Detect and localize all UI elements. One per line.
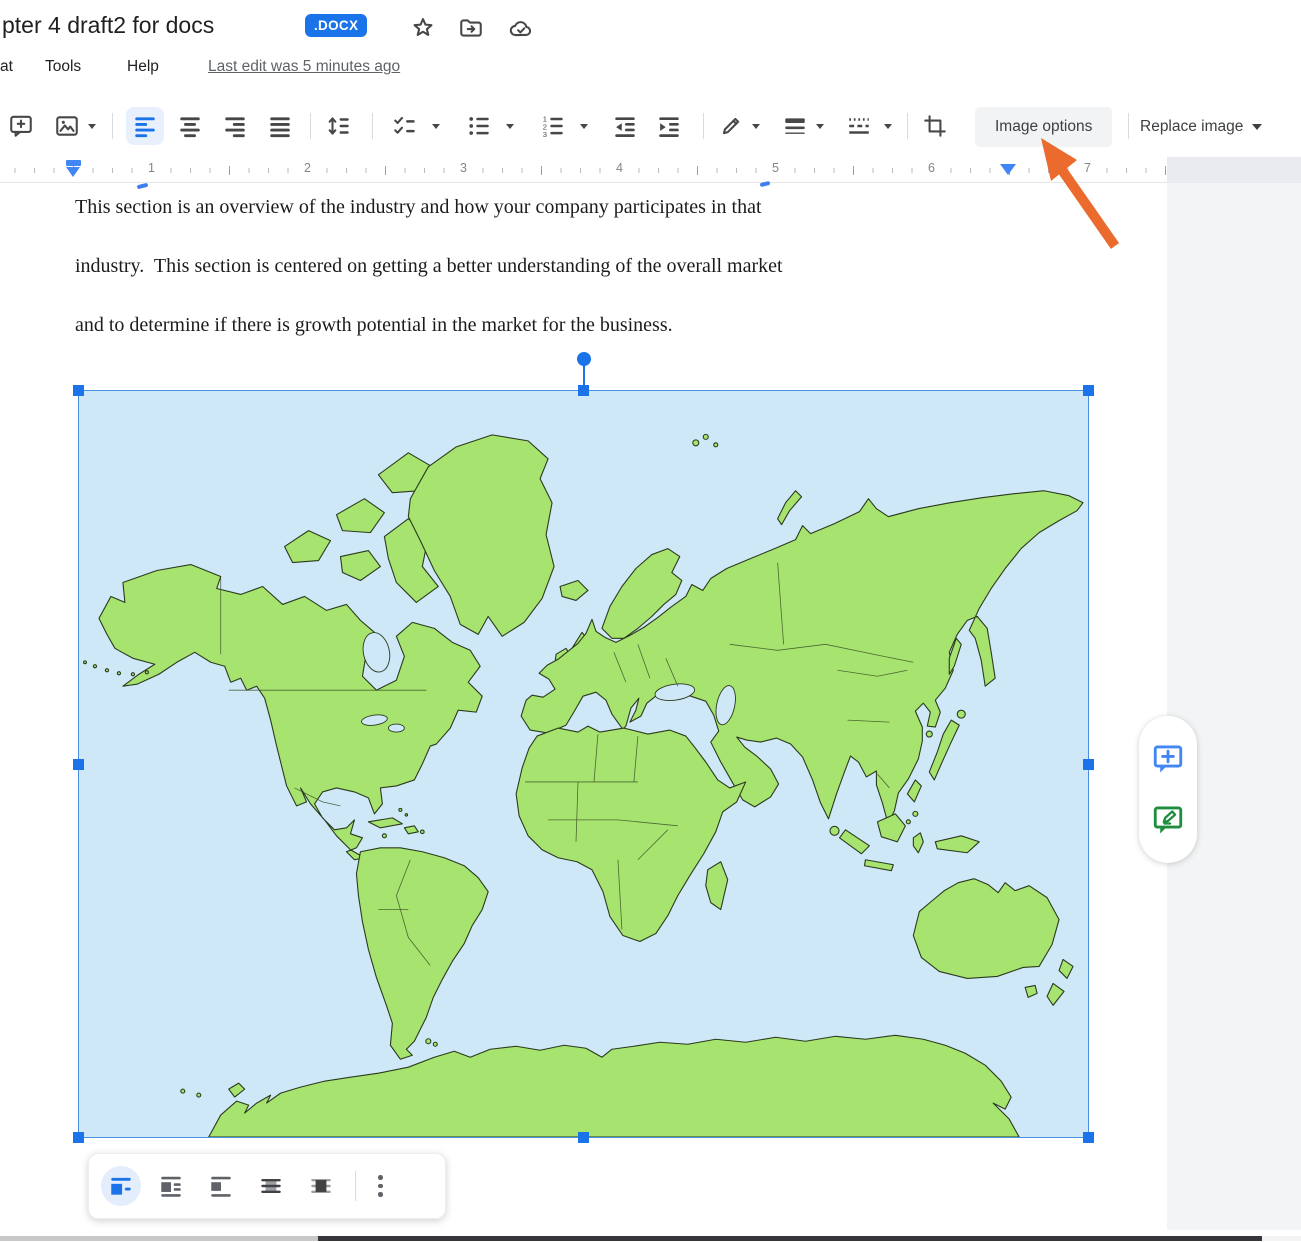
break-text-button[interactable] bbox=[201, 1166, 241, 1206]
ruler-number: 2 bbox=[301, 161, 314, 175]
ruler-number: 4 bbox=[613, 161, 626, 175]
horizontal-scrollbar-track[interactable] bbox=[0, 1236, 1301, 1241]
side-action-pill bbox=[1139, 716, 1197, 863]
ruler-right-margin-area bbox=[1167, 157, 1301, 183]
resize-handle-bottom-left[interactable] bbox=[73, 1132, 84, 1143]
paragraph-line[interactable]: and to determine if there is growth pote… bbox=[75, 314, 673, 340]
ruler-number: 6 bbox=[925, 161, 938, 175]
border-weight-icon[interactable] bbox=[782, 113, 808, 139]
add-comment-icon[interactable] bbox=[8, 113, 34, 139]
behind-text-button[interactable] bbox=[251, 1166, 291, 1206]
numbered-list-icon[interactable]: 1 2 3 bbox=[540, 113, 566, 139]
in-line-button[interactable] bbox=[101, 1166, 141, 1206]
wrap-text-button[interactable] bbox=[151, 1166, 191, 1206]
align-right-icon[interactable] bbox=[222, 113, 248, 139]
ruler-number: 5 bbox=[769, 161, 782, 175]
right-indent-marker[interactable] bbox=[1000, 164, 1016, 175]
border-dash-caret[interactable] bbox=[884, 124, 892, 129]
replace-image-button[interactable]: Replace image bbox=[1140, 107, 1262, 147]
add-comment-icon[interactable] bbox=[1151, 742, 1185, 776]
decrease-indent-icon[interactable] bbox=[612, 113, 638, 139]
resize-handle-top-left[interactable] bbox=[73, 385, 84, 396]
left-indent-marker[interactable] bbox=[66, 167, 80, 177]
toolbar: 1 2 3 bbox=[0, 100, 1301, 152]
image-position-toolbar bbox=[88, 1153, 446, 1219]
image-options-button[interactable]: Image options bbox=[975, 107, 1112, 147]
world-map-graphic bbox=[79, 391, 1088, 1137]
docx-badge: .DOCX bbox=[305, 14, 367, 37]
paragraph-line[interactable]: industry. This section is centered on ge… bbox=[75, 255, 783, 281]
last-edit-link[interactable]: Last edit was 5 minutes ago bbox=[208, 58, 400, 76]
resize-handle-bottom-right[interactable] bbox=[1083, 1132, 1094, 1143]
cloud-saved-icon[interactable] bbox=[508, 15, 534, 41]
horizontal-ruler[interactable]: 1 2 3 4 5 6 7 bbox=[0, 157, 1167, 183]
more-options-icon[interactable] bbox=[370, 1171, 391, 1201]
rotation-handle[interactable] bbox=[577, 352, 591, 366]
crop-icon[interactable] bbox=[922, 113, 948, 139]
ruler-number: 1 bbox=[145, 161, 158, 175]
menu-format-partial[interactable]: at bbox=[0, 58, 13, 76]
replace-image-caret bbox=[1252, 124, 1262, 130]
border-weight-caret[interactable] bbox=[816, 124, 824, 129]
star-icon[interactable] bbox=[410, 15, 436, 41]
resize-handle-top-right[interactable] bbox=[1083, 385, 1094, 396]
resize-handle-middle-left[interactable] bbox=[73, 759, 84, 770]
border-dash-icon[interactable] bbox=[846, 113, 872, 139]
menu-tools[interactable]: Tools bbox=[45, 58, 81, 76]
replace-image-label: Replace image bbox=[1140, 118, 1243, 136]
numbered-list-caret[interactable] bbox=[580, 124, 588, 129]
document-title[interactable]: pter 4 draft2 for docs bbox=[2, 12, 214, 39]
checklist-icon[interactable] bbox=[392, 113, 418, 139]
line-spacing-icon[interactable] bbox=[326, 113, 352, 139]
first-line-indent-marker[interactable] bbox=[66, 160, 81, 166]
align-left-icon[interactable] bbox=[132, 113, 158, 139]
google-docs-window: pter 4 draft2 for docs .DOCX at Tools He… bbox=[0, 0, 1301, 1242]
page-right-gutter bbox=[1167, 183, 1301, 1230]
scrollbar-corner bbox=[1262, 1236, 1301, 1241]
move-to-folder-icon[interactable] bbox=[458, 15, 484, 41]
position-toolbar-divider bbox=[355, 1171, 356, 1201]
selected-world-map-image[interactable] bbox=[78, 390, 1089, 1138]
checklist-caret[interactable] bbox=[432, 124, 440, 129]
border-color-pen-icon[interactable] bbox=[718, 113, 744, 139]
resize-handle-bottom-center[interactable] bbox=[578, 1132, 589, 1143]
paragraph-line[interactable]: This section is an overview of the indus… bbox=[75, 196, 762, 222]
justify-icon[interactable] bbox=[267, 113, 293, 139]
resize-handle-middle-right[interactable] bbox=[1083, 759, 1094, 770]
in-front-of-text-button[interactable] bbox=[301, 1166, 341, 1206]
horizontal-scrollbar-thumb[interactable] bbox=[318, 1236, 1262, 1241]
insert-image-icon[interactable] bbox=[54, 113, 80, 139]
resize-handle-top-center[interactable] bbox=[578, 385, 589, 396]
suggest-edits-icon[interactable] bbox=[1151, 803, 1185, 837]
border-color-caret[interactable] bbox=[752, 124, 760, 129]
ruler-number: 3 bbox=[457, 161, 470, 175]
svg-text:3: 3 bbox=[543, 130, 547, 139]
menu-help[interactable]: Help bbox=[127, 58, 159, 76]
bulleted-list-caret[interactable] bbox=[506, 124, 514, 129]
ruler-number: 7 bbox=[1081, 161, 1094, 175]
bulleted-list-icon[interactable] bbox=[466, 113, 492, 139]
align-center-icon[interactable] bbox=[177, 113, 203, 139]
increase-indent-icon[interactable] bbox=[656, 113, 682, 139]
insert-image-caret[interactable] bbox=[88, 124, 96, 129]
